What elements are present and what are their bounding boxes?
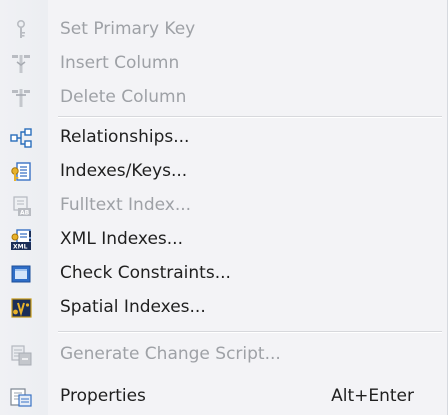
menu-item-label: Generate Change Script... (60, 344, 281, 364)
svg-text:AB: AB (20, 210, 30, 217)
menu-item-label: Indexes/Keys... (60, 161, 188, 181)
menu-item-label: Delete Column (60, 87, 187, 107)
properties-icon (10, 386, 32, 408)
context-menu: Set Primary Key Insert Column Delete Col… (0, 0, 448, 415)
shortcut-hint: Alt+Enter (331, 386, 414, 406)
fulltext-index-icon: AB (10, 195, 32, 217)
generate-script-icon (10, 344, 32, 366)
indexes-keys-icon (10, 161, 32, 183)
menu-item-label: Set Primary Key (60, 19, 196, 39)
menu-item-label: Check Constraints... (60, 263, 231, 283)
menu-separator (58, 116, 442, 118)
menu-item-set-primary-key[interactable]: Set Primary Key (0, 12, 446, 46)
menu-item-insert-column[interactable]: Insert Column (0, 46, 446, 80)
menu-item-label: Fulltext Index... (60, 195, 192, 215)
menu-item-label: Properties (60, 386, 146, 406)
insert-column-icon (10, 53, 32, 75)
menu-item-relationships[interactable]: Relationships... (0, 120, 446, 154)
menu-item-delete-column[interactable]: Delete Column (0, 80, 446, 114)
menu-item-fulltext-index[interactable]: AB Fulltext Index... (0, 188, 446, 222)
menu-item-properties[interactable]: Properties Alt+Enter (0, 379, 446, 413)
relationships-icon (10, 127, 32, 149)
menu-item-spatial-indexes[interactable]: Spatial Indexes... (0, 290, 446, 324)
menu-item-generate-change-script[interactable]: Generate Change Script... (0, 337, 446, 371)
menu-separator (58, 331, 442, 333)
menu-item-label: Spatial Indexes... (60, 297, 206, 317)
menu-item-label: Insert Column (60, 53, 180, 73)
menu-item-check-constraints[interactable]: Check Constraints... (0, 256, 446, 290)
menu-item-xml-indexes[interactable]: XML XML Indexes... (0, 222, 446, 256)
delete-column-icon (10, 87, 32, 109)
key-icon (10, 19, 32, 41)
menu-item-label: Relationships... (60, 127, 190, 147)
xml-indexes-icon: XML (10, 229, 32, 251)
menu-item-indexes-keys[interactable]: Indexes/Keys... (0, 154, 446, 188)
spatial-indexes-icon (10, 297, 32, 319)
menu-item-label: XML Indexes... (60, 229, 183, 249)
svg-text:XML: XML (13, 244, 28, 251)
check-constraints-icon (10, 263, 32, 285)
